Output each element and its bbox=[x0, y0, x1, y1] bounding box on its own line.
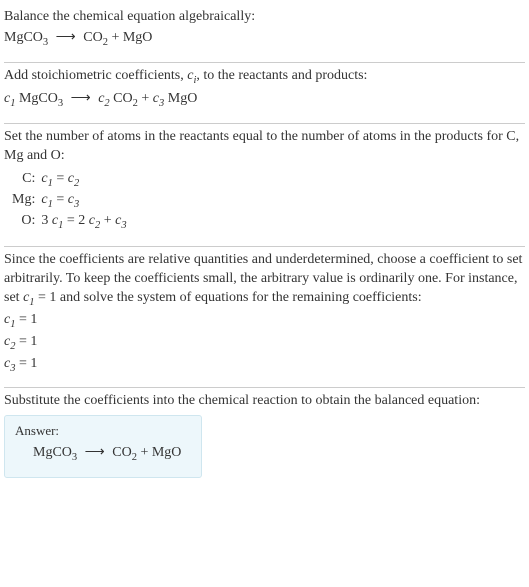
coef-c3: c3 bbox=[153, 91, 164, 106]
species-co2: CO2 bbox=[110, 91, 138, 106]
arrow-icon: ⟶ bbox=[67, 91, 95, 106]
species-co2: CO2 bbox=[112, 445, 137, 460]
section-intro: Balance the chemical equation algebraica… bbox=[4, 4, 525, 62]
table-row: O: 3 c1 = 2 c2 + c3 bbox=[12, 212, 131, 233]
arrow-icon: ⟶ bbox=[81, 445, 109, 460]
table-row: Mg: c1 = c3 bbox=[12, 191, 131, 212]
coef-result-1: c1 = 1 bbox=[4, 311, 525, 332]
species-mgco3: MgCO3 bbox=[15, 91, 63, 106]
answer-label: Answer: bbox=[15, 422, 191, 440]
answer-box: Answer: MgCO3 ⟶ CO2 + MgO bbox=[4, 415, 202, 478]
species-mgo: MgO bbox=[152, 445, 182, 460]
arrow-icon: ⟶ bbox=[52, 30, 80, 45]
c1-symbol: c1 bbox=[23, 290, 34, 305]
coef-result-2: c2 = 1 bbox=[4, 333, 525, 354]
balanced-equation: MgCO3 ⟶ CO2 + MgO bbox=[15, 444, 191, 465]
section-add-coeffs: Add stoichiometric coefficients, ci, to … bbox=[4, 63, 525, 123]
atom-balance-text: Set the number of atoms in the reactants… bbox=[4, 128, 525, 166]
intro-text: Balance the chemical equation algebraica… bbox=[4, 8, 525, 27]
atom-equations-table: C: c1 = c2 Mg: c1 = c3 O: 3 c1 = 2 c2 + … bbox=[12, 170, 131, 233]
species-mgco3: MgCO3 bbox=[4, 30, 48, 45]
solve-text: Since the coefficients are relative quan… bbox=[4, 251, 525, 310]
atom-eq: 3 c1 = 2 c2 + c3 bbox=[41, 212, 130, 233]
coef-c1: c1 bbox=[4, 91, 15, 106]
table-row: C: c1 = c2 bbox=[12, 170, 131, 191]
text: , to the reactants and products: bbox=[196, 68, 367, 83]
plus: + bbox=[138, 91, 153, 106]
text: Add stoichiometric coefficients, bbox=[4, 68, 187, 83]
plus: + bbox=[137, 445, 152, 460]
elem-label: C: bbox=[12, 170, 41, 191]
species-co2: CO2 bbox=[83, 30, 108, 45]
section-atom-balance: Set the number of atoms in the reactants… bbox=[4, 124, 525, 247]
species-mgco3: MgCO3 bbox=[33, 445, 77, 460]
add-coeffs-text: Add stoichiometric coefficients, ci, to … bbox=[4, 67, 525, 88]
coef-result-3: c3 = 1 bbox=[4, 355, 525, 376]
coef-c2: c2 bbox=[98, 91, 109, 106]
substitute-text: Substitute the coefficients into the che… bbox=[4, 392, 525, 411]
text: = 1 and solve the system of equations fo… bbox=[35, 290, 422, 305]
elem-label: Mg: bbox=[12, 191, 41, 212]
atom-eq: c1 = c2 bbox=[41, 170, 130, 191]
equation-with-coeffs: c1 MgCO3 ⟶ c2 CO2 + c3 MgO bbox=[4, 90, 525, 111]
plus: + bbox=[108, 30, 123, 45]
section-substitute: Substitute the coefficients into the che… bbox=[4, 388, 525, 487]
species-mgo: MgO bbox=[164, 91, 197, 106]
elem-label: O: bbox=[12, 212, 41, 233]
species-mgo: MgO bbox=[123, 30, 153, 45]
section-solve: Since the coefficients are relative quan… bbox=[4, 247, 525, 387]
equation-unbalanced: MgCO3 ⟶ CO2 + MgO bbox=[4, 29, 525, 50]
atom-eq: c1 = c3 bbox=[41, 191, 130, 212]
